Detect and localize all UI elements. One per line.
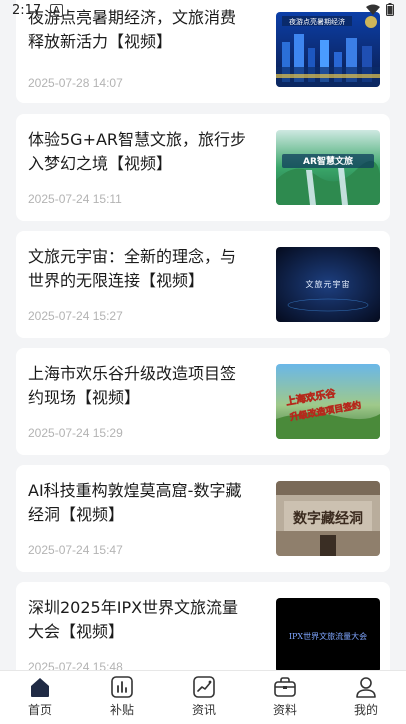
news-thumbnail: 上海欢乐谷 升级改造项目签约: [276, 364, 380, 439]
tab-label: 资讯: [191, 703, 216, 717]
user-icon: [356, 677, 376, 698]
tab-label: 补贴: [109, 703, 134, 717]
news-card[interactable]: 体验5G+AR智慧文旅，旅行步入梦幻之境【视频】 2025-07-24 15:1…: [16, 114, 390, 221]
tab-profile[interactable]: 我的: [336, 675, 396, 718]
news-thumbnail: 夜游点亮暑期经济: [276, 12, 380, 87]
tab-subsidy[interactable]: 补贴: [92, 675, 152, 718]
status-bar: 2:17 A: [0, 0, 406, 22]
tab-materials[interactable]: 资料: [255, 675, 315, 718]
tab-label: 资料: [272, 703, 297, 717]
tab-home[interactable]: 首页: [10, 675, 70, 718]
news-thumbnail: AR智慧文旅: [276, 130, 380, 205]
news-thumbnail: 数字藏经洞: [276, 481, 380, 556]
battery-icon: [386, 3, 394, 16]
wifi-icon: [366, 4, 380, 15]
status-time: 2:17: [12, 3, 42, 18]
news-title: 上海市欢乐谷升级改造项目签约现场【视频】: [28, 364, 237, 407]
news-thumbnail: IPX世界文旅流量大会: [276, 598, 380, 673]
bottom-tab-bar: 首页 补贴 资讯 资料 我的: [0, 670, 406, 724]
tab-label: 我的: [353, 703, 378, 717]
news-title: AI科技重构敦煌莫高窟-数字藏经洞【视频】: [28, 481, 242, 524]
news-time: 2025-07-24 15:11: [28, 192, 122, 206]
news-title: 体验5G+AR智慧文旅，旅行步入梦幻之境【视频】: [28, 130, 247, 173]
trend-icon: [193, 676, 215, 698]
news-time: 2025-07-28 14:07: [28, 76, 123, 90]
news-time: 2025-07-24 15:27: [28, 309, 123, 323]
notification-icon: A: [50, 4, 63, 17]
news-card[interactable]: AI科技重构敦煌莫高窟-数字藏经洞【视频】 2025-07-24 15:47 数…: [16, 465, 390, 572]
news-card[interactable]: 上海市欢乐谷升级改造项目签约现场【视频】 2025-07-24 15:29 上海…: [16, 348, 390, 455]
briefcase-icon: [274, 677, 296, 697]
news-thumbnail: 文旅元宇宙: [276, 247, 380, 322]
thumbnail-caption: 文旅元宇宙: [306, 279, 351, 289]
news-time: 2025-07-24 15:47: [28, 543, 123, 557]
news-title: 文旅元宇宙：全新的理念，与世界的无限连接【视频】: [28, 247, 237, 290]
thumbnail-caption: AR智慧文旅: [303, 155, 353, 167]
news-card[interactable]: 文旅元宇宙：全新的理念，与世界的无限连接【视频】 2025-07-24 15:2…: [16, 231, 390, 338]
news-title: 深圳2025年IPX世界文旅流量大会【视频】: [28, 598, 239, 641]
bar-chart-icon: [111, 676, 133, 698]
thumbnail-caption: IPX世界文旅流量大会: [289, 631, 367, 641]
thumbnail-caption: 数字藏经洞: [293, 510, 363, 527]
tab-news[interactable]: 资讯: [174, 675, 234, 718]
tab-label: 首页: [27, 703, 52, 717]
home-icon: [31, 678, 49, 697]
status-icons: [366, 3, 394, 16]
news-time: 2025-07-24 15:29: [28, 426, 123, 440]
